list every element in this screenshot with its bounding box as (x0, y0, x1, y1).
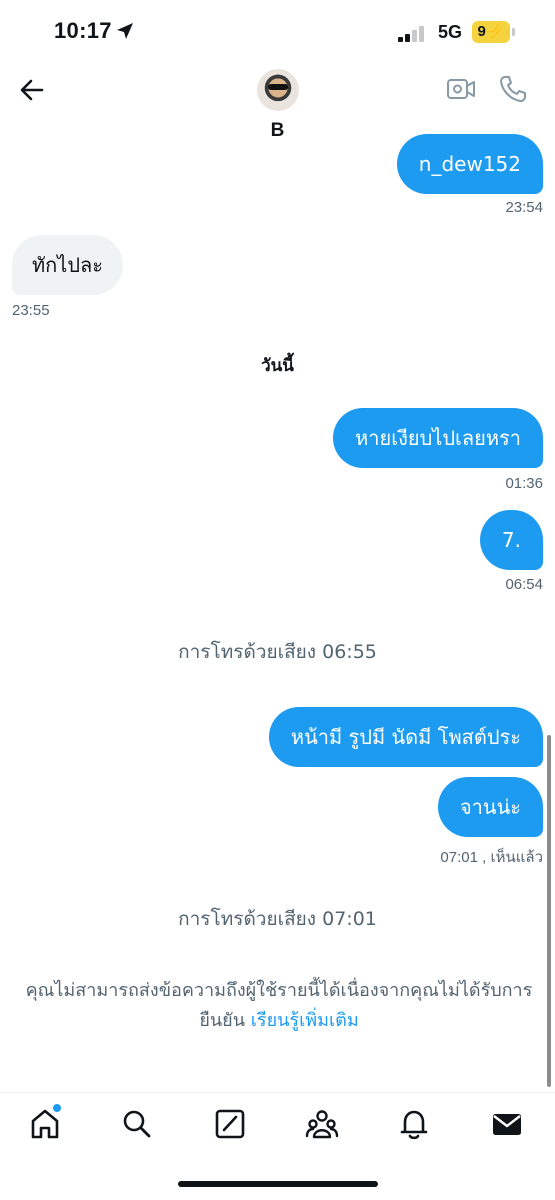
message-timestamp: 23:54 (505, 199, 543, 216)
voice-call-event: การโทรด้วยเสียง 06:55 (178, 641, 377, 663)
network-type: 5G (438, 22, 463, 42)
search-icon[interactable] (119, 1106, 155, 1142)
battery-level: 9 (477, 23, 486, 40)
back-arrow-icon[interactable] (16, 74, 48, 106)
message-bubble-outgoing[interactable]: หายเงียบไปเลยหรา (333, 408, 543, 468)
compose-icon[interactable] (212, 1106, 248, 1142)
home-indicator[interactable] (178, 1181, 378, 1187)
message-bubble-outgoing[interactable]: 7. (479, 510, 543, 570)
learn-more-link[interactable]: เรียนรู้เพิ่มเติม (251, 1010, 359, 1031)
voice-call-icon[interactable] (498, 74, 528, 104)
message-seen-status: 07:01 , เห็นแล้ว (440, 849, 543, 866)
battery-tip (512, 28, 515, 36)
voice-call-event: การโทรด้วยเสียง 07:01 (178, 908, 377, 930)
nav-divider (0, 1092, 555, 1093)
avatar[interactable] (257, 69, 299, 111)
communities-icon[interactable] (304, 1106, 340, 1142)
message-bubble-outgoing[interactable]: หน้ามี รูปมี นัดมี โพสต์ประ (268, 707, 543, 767)
status-time: 10:17 (54, 18, 112, 43)
messages-envelope-icon[interactable] (489, 1106, 525, 1142)
date-separator: วันนี้ (261, 356, 294, 376)
message-timestamp: 06:54 (505, 576, 543, 593)
cannot-message-notice: คุณไม่สามารถส่งข้อความถึงผู้ใช้รายนี้ได้… (14, 976, 544, 1036)
message-bubble-incoming[interactable]: ทักไปละ (12, 235, 124, 295)
location-arrow-icon (117, 23, 133, 39)
notifications-bell-icon[interactable] (396, 1106, 432, 1142)
signal-strength-icon (398, 26, 430, 42)
message-bubble-outgoing[interactable]: n_dew152 (396, 134, 543, 194)
scrollbar[interactable] (547, 735, 551, 1087)
charging-bolt-icon: ⚡ (485, 23, 505, 40)
unread-dot (53, 1104, 61, 1112)
message-bubble-outgoing[interactable]: จานน่ะ (437, 777, 543, 837)
message-timestamp: 01:36 (505, 475, 543, 492)
battery-indicator: 9⚡ (472, 21, 510, 43)
message-timestamp: 23:55 (12, 302, 50, 319)
video-call-icon[interactable] (446, 76, 476, 102)
